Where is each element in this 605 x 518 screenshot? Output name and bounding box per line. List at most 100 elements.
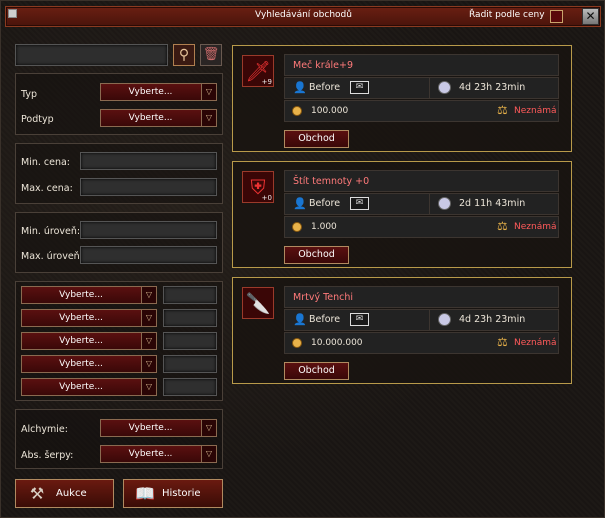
clock-icon (438, 313, 451, 326)
close-button[interactable]: ✕ (582, 8, 599, 25)
scales-icon: ⚖ (497, 335, 508, 349)
chevron-down-icon: ▽ (201, 84, 216, 100)
bonus-value-input-4[interactable] (163, 355, 217, 373)
type-label: Typ (21, 89, 37, 100)
sash-select[interactable]: Vyberte... ▽ (100, 445, 217, 463)
search-input[interactable] (15, 44, 168, 66)
chevron-down-icon: ▽ (201, 446, 216, 462)
auction-label: Aukce (56, 488, 87, 499)
bonus-select-3[interactable]: Vyberte... ▽ (21, 332, 157, 350)
bonus-select-value: Vyberte... (59, 313, 103, 323)
history-button[interactable]: 📖 Historie (123, 479, 223, 508)
seller-name: Before (309, 314, 341, 325)
alchemy-select[interactable]: Vyberte... ▽ (100, 419, 217, 437)
alchemy-label: Alchymie: (21, 424, 68, 435)
trade-button[interactable]: Obchod (284, 362, 349, 380)
mail-icon[interactable]: ✉ (350, 81, 369, 94)
divider (429, 78, 430, 99)
bonus-value-input-1[interactable] (163, 286, 217, 304)
item-price: 10.000.000 (311, 338, 363, 348)
bonus-value-input-2[interactable] (163, 309, 217, 327)
item-name: Meč krále+9 (293, 60, 354, 71)
shop-search-window: Vyhledávání obchodů Řadit podle ceny ✕ ⚲… (0, 0, 605, 518)
history-label: Historie (162, 488, 201, 499)
bonus-select-1[interactable]: Vyberte... ▽ (21, 286, 157, 304)
time-left: 2d 11h 43min (459, 198, 526, 209)
bonus-select-value: Vyberte... (59, 290, 103, 300)
item-name: Mrtvý Tenchi (293, 292, 354, 303)
trade-button[interactable]: Obchod (284, 246, 349, 264)
search-button[interactable]: ⚲ (173, 44, 195, 66)
sort-by-price-checkbox[interactable] (550, 10, 563, 23)
bonus-select-value: Vyberte... (59, 336, 103, 346)
chevron-down-icon: ▽ (201, 110, 216, 126)
result-card: 🗡 +9 Meč krále+9 👤 Before ✉ 4d 23h 23min … (232, 45, 572, 152)
bonus-select-5[interactable]: Vyberte... ▽ (21, 378, 157, 396)
alchemy-select-value: Vyberte... (128, 423, 173, 433)
coin-icon (292, 222, 302, 232)
bonus-value-input-3[interactable] (163, 332, 217, 350)
price-status: Neznámá (514, 222, 557, 232)
dagger-icon[interactable]: 🔪 (242, 287, 274, 319)
magnifier-icon: ⚲ (178, 47, 190, 63)
min-level-input[interactable] (80, 221, 217, 239)
item-upgrade-badge: +9 (261, 78, 272, 86)
subtype-label: Podtyp (21, 114, 54, 125)
price-status: Neznámá (514, 106, 557, 116)
sort-by-price-label: Řadit podle ceny (469, 10, 545, 20)
gavel-icon: ⚒ (29, 484, 45, 503)
time-left: 4d 23h 23min (459, 314, 526, 325)
clock-icon (438, 197, 451, 210)
clear-button[interactable]: 🗑 (200, 44, 222, 66)
max-price-input[interactable] (80, 178, 217, 196)
bonus-value-input-5[interactable] (163, 378, 217, 396)
seller-name: Before (309, 82, 341, 93)
max-level-input[interactable] (80, 246, 217, 264)
divider (429, 194, 430, 215)
bonus-select-value: Vyberte... (59, 359, 103, 369)
chevron-down-icon: ▽ (201, 420, 216, 436)
chevron-down-icon: ▽ (141, 287, 156, 303)
type-select-value: Vyberte... (128, 87, 173, 97)
coin-icon (292, 106, 302, 116)
min-level-label: Min. úroveň: (21, 226, 81, 237)
shield-icon[interactable]: ⛨ +0 (242, 171, 274, 203)
scales-icon: ⚖ (497, 219, 508, 233)
subtype-select[interactable]: Vyberte... ▽ (100, 109, 217, 127)
seller-name: Before (309, 198, 341, 209)
trade-button[interactable]: Obchod (284, 130, 349, 148)
sash-label: Abs. šerpy: (21, 450, 74, 461)
trash-icon: 🗑 (202, 47, 220, 62)
clock-icon (438, 81, 451, 94)
sword-icon[interactable]: 🗡 +9 (242, 55, 274, 87)
chevron-down-icon: ▽ (141, 356, 156, 372)
result-card: ⛨ +0 Štít temnoty +0 👤 Before ✉ 2d 11h 43… (232, 161, 572, 268)
sash-select-value: Vyberte... (128, 449, 173, 459)
mail-icon[interactable]: ✉ (350, 197, 369, 210)
item-price: 100.000 (311, 106, 349, 116)
min-price-input[interactable] (80, 152, 217, 170)
type-select[interactable]: Vyberte... ▽ (100, 83, 217, 101)
user-icon: 👤 (293, 81, 307, 94)
item-upgrade-badge: +0 (261, 194, 272, 202)
mail-icon[interactable]: ✉ (350, 313, 369, 326)
chevron-down-icon: ▽ (141, 333, 156, 349)
user-icon: 👤 (293, 197, 307, 210)
subtype-select-value: Vyberte... (128, 113, 173, 123)
min-price-label: Min. cena: (21, 157, 71, 168)
chevron-down-icon: ▽ (141, 310, 156, 326)
bonus-select-2[interactable]: Vyberte... ▽ (21, 309, 157, 327)
coin-icon (292, 338, 302, 348)
max-price-label: Max. cena: (21, 183, 73, 194)
user-icon: 👤 (293, 313, 307, 326)
bonus-select-4[interactable]: Vyberte... ▽ (21, 355, 157, 373)
max-level-label: Max. úroveň: (21, 251, 83, 262)
divider (429, 310, 430, 331)
result-card: 🔪 Mrtvý Tenchi 👤 Before ✉ 4d 23h 23min 1… (232, 277, 572, 384)
scales-icon: ⚖ (497, 103, 508, 117)
book-icon: 📖 (135, 484, 155, 503)
auction-button[interactable]: ⚒ Aukce (15, 479, 114, 508)
item-name: Štít temnoty +0 (293, 176, 370, 187)
bonus-select-value: Vyberte... (59, 382, 103, 392)
item-price: 1.000 (311, 222, 337, 232)
